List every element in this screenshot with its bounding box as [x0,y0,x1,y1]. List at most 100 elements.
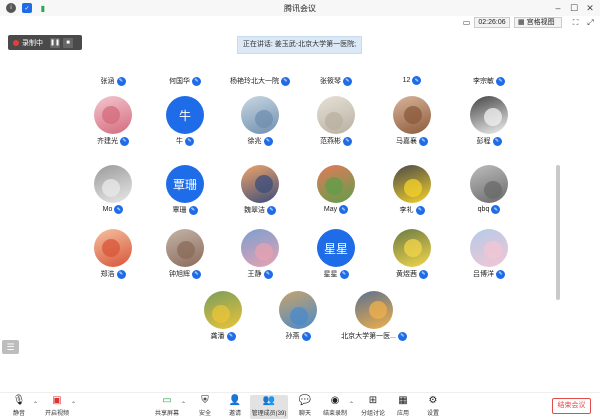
gear-icon: ⚙ [428,395,438,406]
avatar [279,291,317,329]
record-options-chevron-icon[interactable]: ⌃ [349,401,354,408]
avatar [94,229,132,267]
participant-name: May [323,206,338,213]
participant-list-toggle[interactable]: ☰ [2,340,19,354]
participant-name-row: 黄煜茜 ✎ [372,269,452,279]
mic-icon: ✎ [397,331,407,341]
avatar: 覃珊 [166,165,204,203]
participant-tile[interactable]: May ✎ [296,165,376,233]
breakout-rooms-button[interactable]: ⊞ 分组讨论 [358,395,388,419]
participant-tile[interactable]: qbq ✎ [449,165,529,233]
video-options-chevron-icon[interactable]: ⌃ [71,401,76,408]
invite-button[interactable]: 👤 邀请 [220,395,250,419]
participant-tile[interactable]: 吕博洋 ✎ [449,229,529,297]
mic-icon: ✎ [192,76,201,86]
participant-tile[interactable]: 齐建光 ✎ [73,96,153,164]
mute-button[interactable]: 🎙 静音 [4,395,34,419]
participant-grid: 张涵 ✎ 何国华 ✎ 杨艳玲北大一院 ✎ 张筱琴 ✎ 12 ✎ 李宗敏 ✎ 齐建光 ✎ 牛牛 ✎ 徐兆 ✎ 范燕彬… [0,0,600,419]
participant-tile[interactable]: 龚潘 ✎ [183,291,263,359]
participant-name: 魏翠洁 [244,207,265,214]
participant-name-row: 马嘉襄 ✎ [372,136,452,146]
breakout-icon: ⊞ [368,395,378,406]
participant-tile[interactable]: 星星 星星 ✎ [296,229,376,297]
security-button[interactable]: ⛨ 安全 [190,395,220,419]
members-icon: 👥 [262,395,276,406]
microphone-icon: 🎙 [12,395,26,406]
avatar [317,165,355,203]
scrollbar[interactable] [556,165,560,300]
participant-name-row: 北京大学第一医... ✎ [334,331,414,341]
participant-tile[interactable]: 12 ✎ [372,36,452,104]
participant-name: 龚潘 [210,333,225,340]
participant-tile[interactable]: 郑浩 ✎ [73,229,153,297]
participant-tile[interactable]: 徐兆 ✎ [220,96,300,164]
participant-tile[interactable]: 彭程 ✎ [449,96,529,164]
participant-tile[interactable]: 覃珊 覃珊 ✎ [145,165,225,233]
participant-name: 12 [402,77,411,84]
participant-tile[interactable]: 钟旭辉 ✎ [145,229,225,297]
end-meeting-button[interactable]: 结束会议 [552,398,591,414]
stop-recording-toolbar-button[interactable]: ◉ 结束录制 [320,395,350,419]
mic-icon: ✎ [343,76,352,86]
participant-name-row: 孙燕 ✎ [258,331,338,341]
participant-tile[interactable]: 马嘉襄 ✎ [372,96,452,164]
mic-icon: ✎ [185,136,194,146]
mic-icon: ✎ [492,136,502,146]
mute-options-chevron-icon[interactable]: ⌃ [33,401,38,408]
participant-tile[interactable]: 黄煜茜 ✎ [372,229,452,297]
participant-name: 北京大学第一医... [341,333,396,340]
participant-name-row: 覃珊 ✎ [145,205,225,215]
participant-name-row: qbq ✎ [449,205,529,214]
participant-name-row: May ✎ [296,205,376,214]
share-screen-button[interactable]: ▭ 共享屏幕 [152,395,182,419]
avatar: 星星 [317,229,355,267]
mic-icon: ✎ [120,136,129,146]
participant-tile[interactable]: 孙燕 ✎ [258,291,338,359]
video-off-icon: ▣ [52,395,62,406]
avatar [241,96,279,134]
security-shield-icon: ⛨ [201,395,209,406]
participant-name: 牛 [176,138,183,145]
share-options-chevron-icon[interactable]: ⌃ [181,401,186,408]
avatar [241,229,279,267]
participant-name-row: 李礼 ✎ [372,205,452,215]
participant-tile[interactable]: 北京大学第一医... ✎ [334,291,414,359]
settings-button[interactable]: ⚙ 设置 [418,395,448,419]
participant-name: 何国华 [169,78,190,85]
bottom-toolbar: 🎙 静音 ⌃ ▣ 开启视频 ⌃ ▭ 共享屏幕 ⌃ ⛨ 安全 👤 邀请 👥 管理成… [0,392,600,419]
participant-name: 张筱琴 [320,78,341,85]
apps-icon: ▦ [398,395,408,406]
participant-name: 星星 [323,271,338,278]
mic-icon: ✎ [496,269,505,279]
participant-name-row: 牛 ✎ [145,136,225,146]
video-button[interactable]: ▣ 开启视频 [42,395,72,419]
participant-name: 范燕彬 [320,138,341,145]
mic-icon: ✎ [301,331,311,341]
participant-tile[interactable]: 李礼 ✎ [372,165,452,233]
participant-tile[interactable]: 范燕彬 ✎ [296,96,376,164]
avatar [94,96,132,134]
avatar [241,165,279,203]
participant-name-row: 徐兆 ✎ [220,136,300,146]
participant-name: 杨艳玲北大一院 [230,78,279,85]
participant-tile[interactable]: 张涵 ✎ [73,36,153,104]
participant-tile[interactable]: 李宗敏 ✎ [449,36,529,104]
participant-tile[interactable]: 牛牛 ✎ [145,96,225,164]
manage-members-button[interactable]: 👥 管理成员(39) [250,395,288,419]
apps-button[interactable]: ▦ 应用 [388,395,418,419]
participant-tile[interactable]: 何国华 ✎ [145,36,225,104]
chat-button[interactable]: 💬 聊天 [290,395,320,419]
participant-tile[interactable]: 张筱琴 ✎ [296,36,376,104]
participant-tile[interactable]: Mo ✎ [73,165,153,233]
participant-tile[interactable]: 魏翠洁 ✎ [220,165,300,233]
share-screen-icon: ▭ [162,395,172,406]
participant-tile[interactable]: 王静 ✎ [220,229,300,297]
mic-icon: ✎ [415,205,425,215]
participant-name: Mo [102,206,113,213]
avatar [470,96,508,134]
avatar [94,165,132,203]
participant-tile[interactable]: 杨艳玲北大一院 ✎ [220,36,300,104]
participant-name: 覃珊 [172,207,187,214]
participant-name-row: 龚潘 ✎ [183,331,263,341]
participant-name-row: 张涵 ✎ [73,76,153,86]
